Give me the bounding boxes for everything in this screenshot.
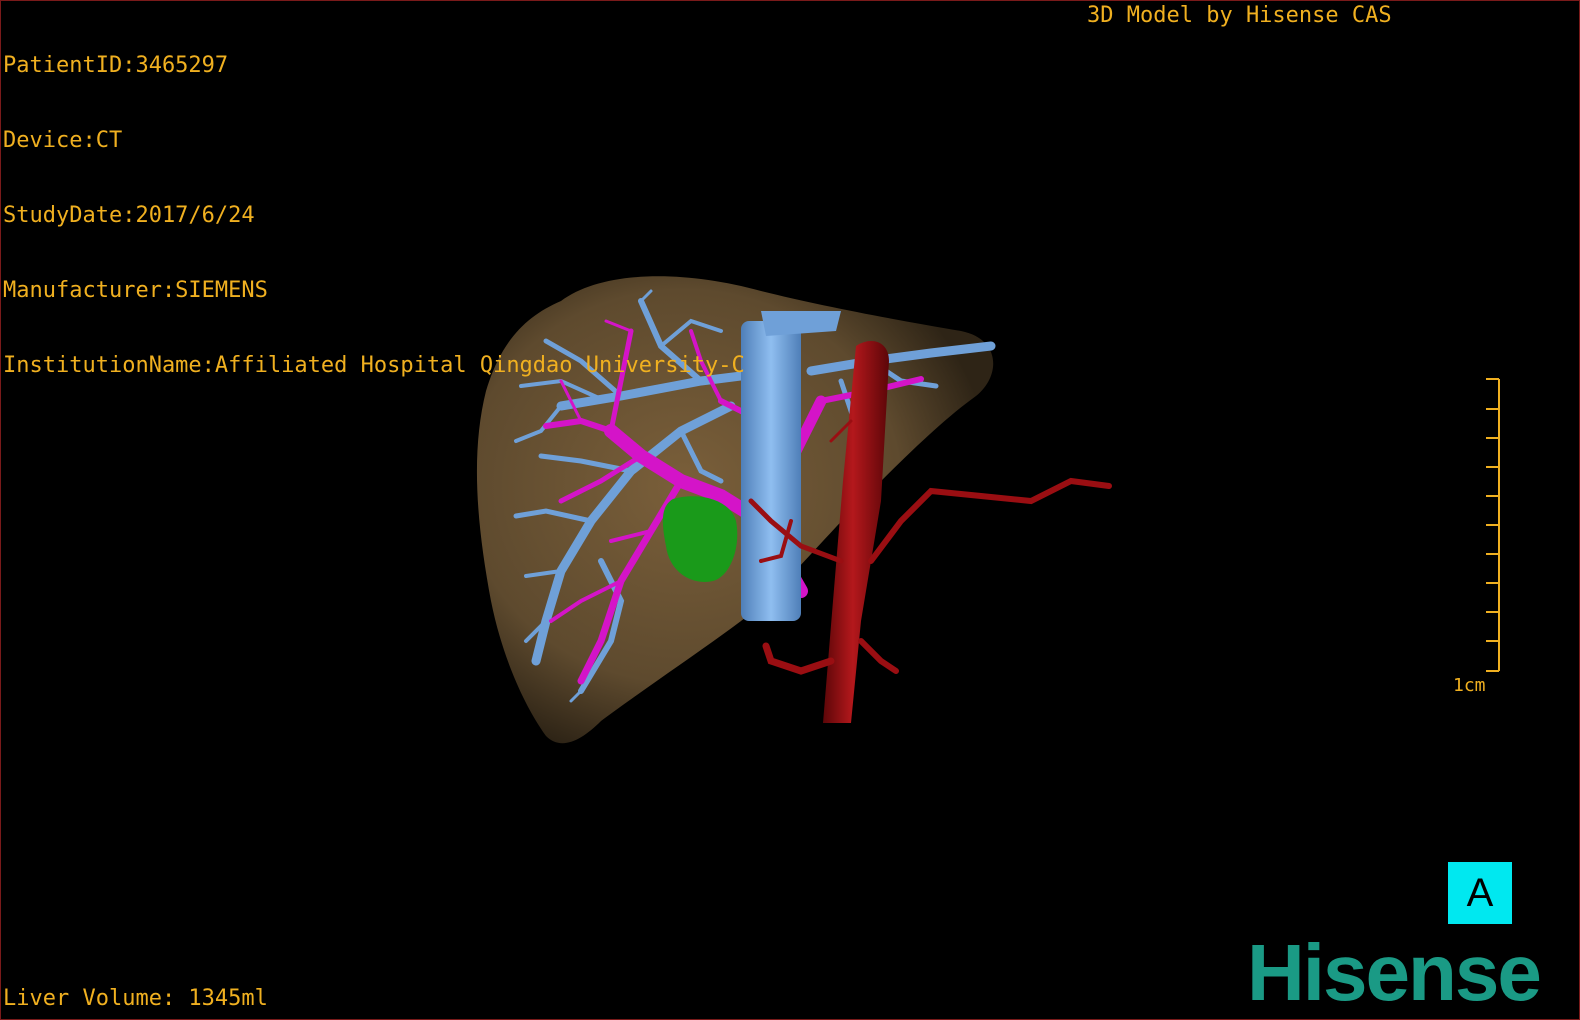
scale-bar-label: 1cm xyxy=(1453,675,1486,696)
patient-id-text: PatientID:3465297 xyxy=(3,53,229,78)
inferior-vena-cava xyxy=(741,321,801,621)
hisense-logo: Hisense xyxy=(1247,928,1542,1017)
institution-text: InstitutionName:Affiliated Hospital Qing… xyxy=(3,353,745,378)
model-credit-text: 3D Model by Hisense CAS xyxy=(1087,3,1392,28)
device-text: Device:CT xyxy=(3,128,123,153)
manufacturer-text: Manufacturer:SIEMENS xyxy=(3,278,268,303)
scale-bar xyxy=(1486,378,1500,672)
study-date-text: StudyDate:2017/6/24 xyxy=(3,203,255,228)
liver-volume-text: Liver Volume: 1345ml xyxy=(3,986,268,1011)
3d-viewport[interactable]: PatientID:3465297 Device:CT StudyDate:20… xyxy=(0,0,1580,1020)
dicom-info-block: PatientID:3465297 Device:CT StudyDate:20… xyxy=(3,3,745,428)
view-orientation-badge[interactable]: A xyxy=(1448,862,1512,924)
